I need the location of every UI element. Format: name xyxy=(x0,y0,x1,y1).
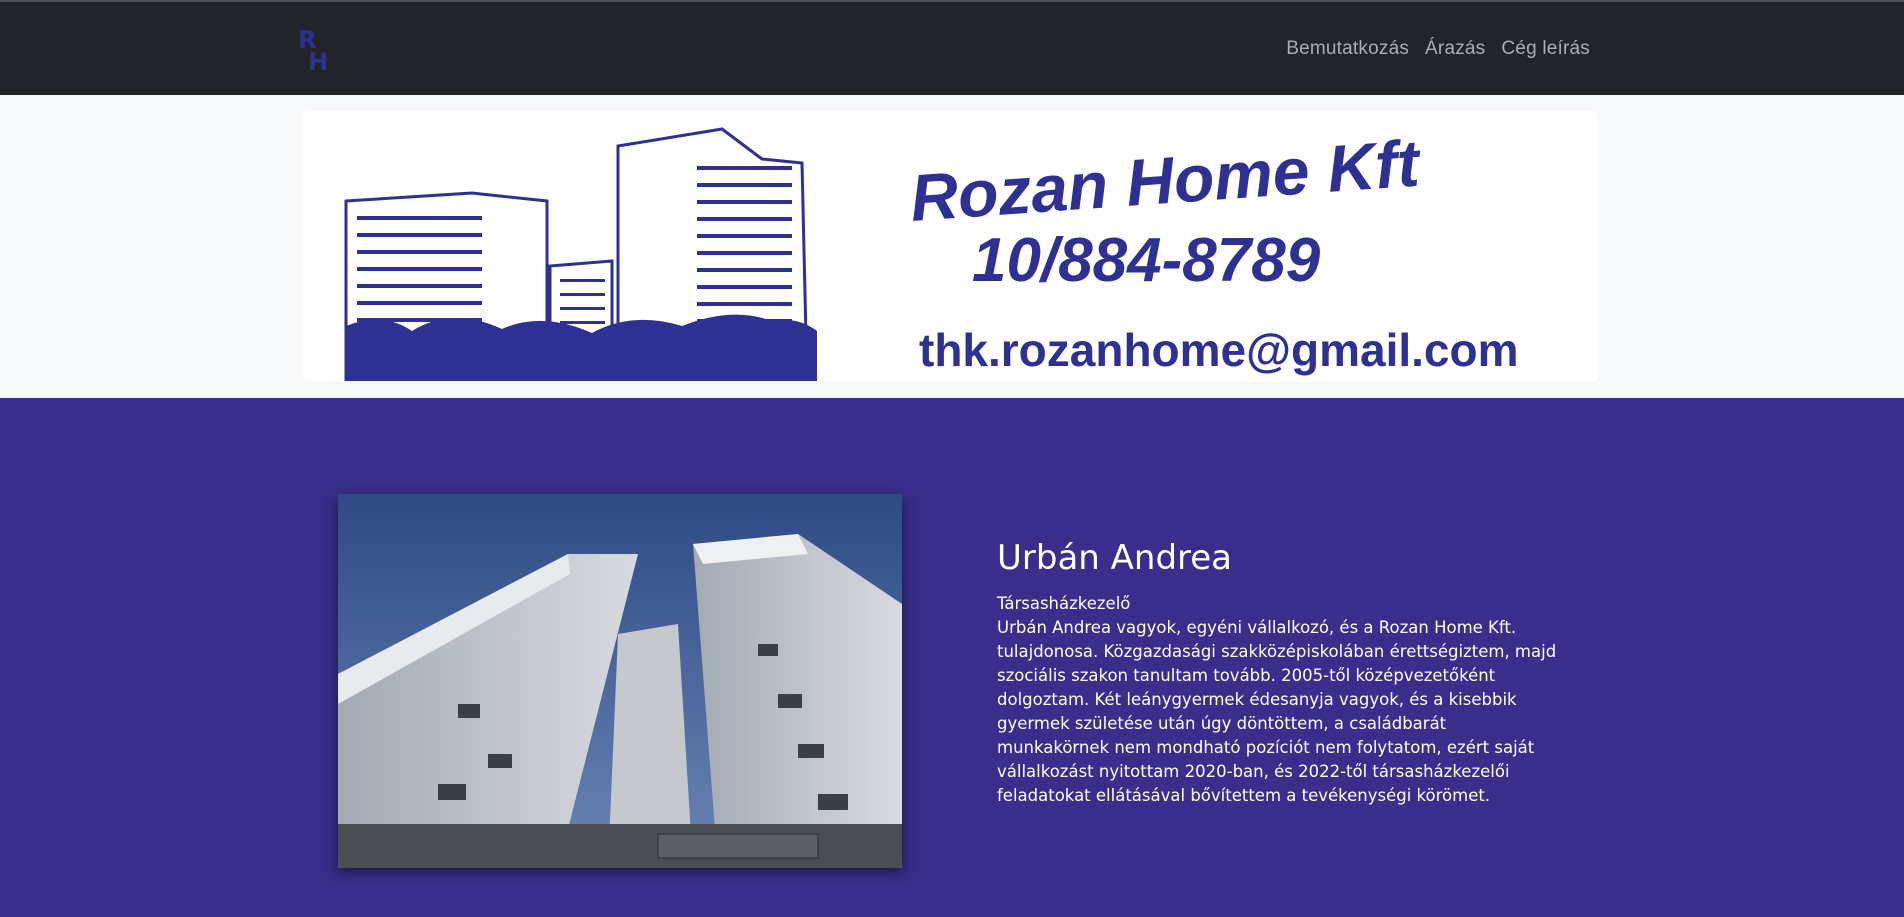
profile-role: Társasházkezelő xyxy=(997,594,1131,613)
profile-card: Urbán Andrea Társasházkezelő Urbán Andre… xyxy=(997,538,1557,808)
building-photo xyxy=(338,494,902,868)
logo-letter-h: H xyxy=(308,48,328,76)
nav-link-ceg-leiras[interactable]: Cég leírás xyxy=(1501,38,1590,60)
profile-bio: Urbán Andrea vagyok, egyéni vállalkozó, … xyxy=(997,618,1557,805)
banner-graphic: Rozan Home Kft 10/884-8789 thk.rozanhome… xyxy=(344,125,1519,381)
about-section: Urbán Andrea Társasházkezelő Urbán Andre… xyxy=(0,398,1904,917)
nav-link-bemutatkozas[interactable]: Bemutatkozás xyxy=(1286,38,1409,60)
nav-menu: Bemutatkozás Árazás Cég leírás xyxy=(1286,38,1590,60)
brand-logo[interactable]: R H xyxy=(298,22,328,78)
profile-name: Urbán Andrea xyxy=(997,538,1233,578)
apartment-towers-image xyxy=(338,494,902,868)
navbar: R H Bemutatkozás Árazás Cég leírás xyxy=(0,0,1904,95)
company-banner: Rozan Home Kft 10/884-8789 thk.rozanhome… xyxy=(302,111,1598,381)
banner-email: thk.rozanhome@gmail.com xyxy=(919,324,1519,376)
banner-company-name: Rozan Home Kft xyxy=(908,125,1425,235)
banner-phone: 10/884-8789 xyxy=(972,226,1321,295)
nav-link-arazas[interactable]: Árazás xyxy=(1425,38,1485,60)
banner-section: Rozan Home Kft 10/884-8789 thk.rozanhome… xyxy=(0,95,1904,398)
